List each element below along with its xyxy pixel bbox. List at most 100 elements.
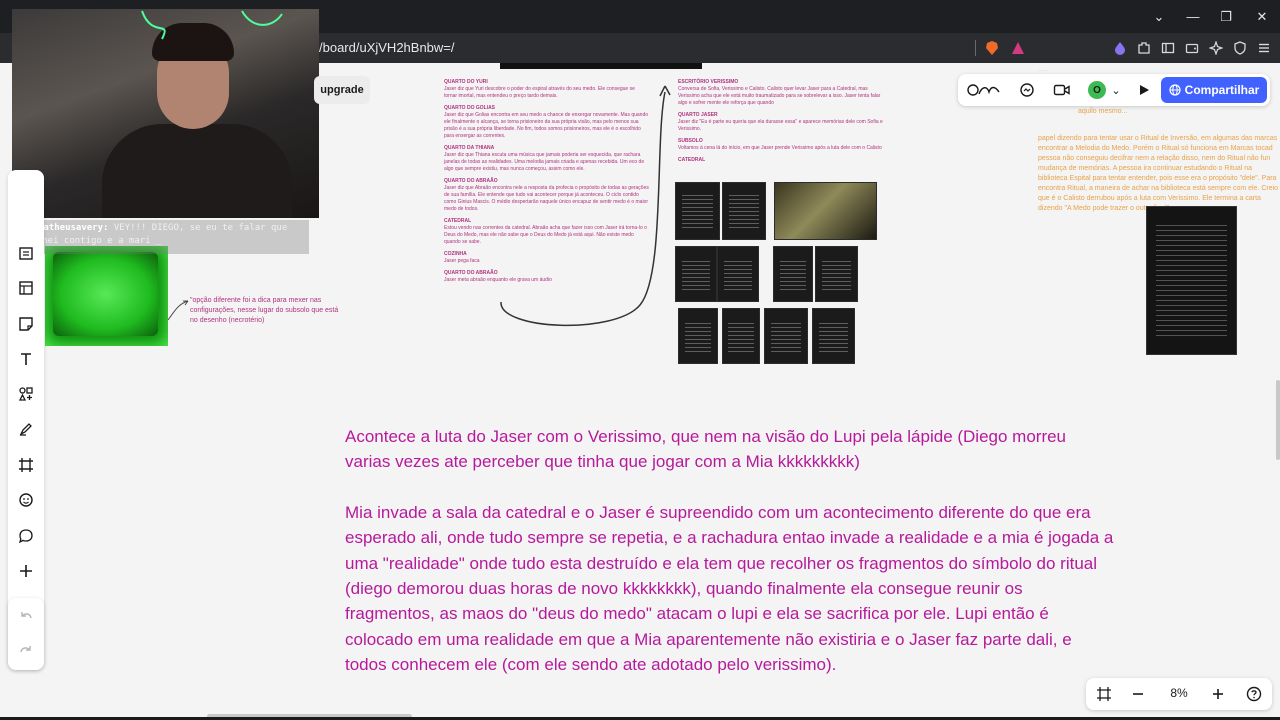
help-icon[interactable] [1244,684,1264,704]
note-body: Jaser diz que Golias encontra em seu med… [444,112,649,139]
image-thumbnail[interactable] [675,246,717,302]
image-thumbnail[interactable] [678,308,718,364]
url-text[interactable]: /board/uXjVH2hBnbw=/ [319,40,455,55]
comment-icon[interactable] [14,524,38,548]
note-block: QUARTO DO ABRAÃO Jaser diz que Abraão enc… [444,178,649,213]
image-thumbnail[interactable] [722,308,760,364]
zoom-level: 8% [1170,686,1188,700]
note-heading: SUBSOLO [678,138,703,144]
vpn-shield-icon[interactable] [1231,39,1249,57]
vertical-scrollbar[interactable] [1276,380,1280,460]
sticky-note-icon[interactable] [14,312,38,336]
orange-note-line: aquilo mesmo... [1078,108,1128,115]
stream-chat-message: matheusavery: VEY!!! DIEGO, se eu te fal… [22,220,309,254]
undo-icon[interactable] [14,606,38,630]
frame-icon[interactable] [14,453,38,477]
note-heading: ESCRITÓRIO VERISSIMO [678,79,739,85]
note-heading: QUARTO DO ABRAÃO [444,178,498,184]
note-block: ESCRITÓRIO VERISSIMO Conversa de Sofia, V… [678,79,888,107]
maximize-button[interactable]: ❐ [1209,0,1243,33]
share-button[interactable]: Compartilhar [1161,77,1267,103]
note-block: QUARTO DO ABRAÃO Jaser meta abraão enquan… [444,270,649,284]
url-separator [975,40,976,56]
streamer-body [102,124,292,218]
orange-note-top[interactable]: aquilo mesmo... [1038,107,1280,117]
collaborators-icon[interactable] [966,81,1002,99]
image-thumbnail[interactable] [812,308,855,364]
note-block: CATEDRAL [678,157,888,164]
image-thumbnail[interactable] [764,308,808,364]
neon-light [141,10,283,40]
note-body: Conversa de Sofia, Verissimo e Calisto. … [678,86,881,106]
image-thumbnail[interactable] [675,182,720,240]
chat-text-line2: sonhei contigo e a mari _ [26,236,162,246]
redo-icon[interactable] [14,640,38,664]
orange-note-body[interactable]: papel dizendo para tentar usar o Ritual … [1038,134,1280,214]
image-thumbnail-large[interactable] [1146,206,1237,355]
chat-icon[interactable] [1018,81,1036,99]
note-heading: QUARTO DA THIANA [444,145,495,151]
chat-text-line1: VEY!!! DIEGO, se eu te falar que [113,223,288,233]
share-label: Compartilhar [1184,83,1260,97]
screen-glow [53,252,158,336]
note-heading: COZINHA [444,251,467,257]
note-heading: CATEDRAL [444,218,472,224]
sparkle-icon[interactable] [1207,39,1225,57]
extensions-icon[interactable] [1135,39,1153,57]
image-thumbnail[interactable] [717,246,759,302]
close-window-button[interactable]: ✕ [1245,0,1279,33]
story-paragraph-2: Mia invade a sala da catedral e o Jaser … [345,502,1114,675]
video-call-icon[interactable] [1053,81,1071,99]
sidebar-icon[interactable] [1159,39,1177,57]
brave-rewards-icon[interactable] [1009,39,1027,57]
layout-icon[interactable] [14,276,38,300]
note-block: QUARTO JASER Jaser diz "Eu é parte eu que… [678,112,888,133]
note-block: COZINHA Jaser pega faca [444,251,649,265]
note-block: CATEDRAL Estou vendo nas correntes da cat… [444,218,649,246]
shapes-icon[interactable] [14,382,38,406]
zoom-out-icon[interactable] [1128,684,1148,704]
wallet-icon[interactable] [1183,39,1201,57]
user-avatar[interactable]: O [1088,81,1106,99]
chevron-down-icon[interactable]: ⌄ [1107,81,1125,99]
image-thumbnail[interactable] [774,182,877,240]
templates-icon[interactable] [14,241,38,265]
note-block: QUARTO DA THIANA Jaser diz que Thiana esc… [444,145,649,173]
add-more-icon[interactable] [14,559,38,583]
zoom-controls: 8% [1086,678,1272,710]
note-body: Jaser diz que Abraão encontra nele a res… [444,185,649,212]
image-thumbnail[interactable] [815,246,858,302]
leo-ai-icon[interactable] [1111,39,1129,57]
game-screenshot-image[interactable] [45,246,168,346]
upgrade-button[interactable]: upgrade [314,76,370,104]
minimize-button[interactable]: — [1176,0,1210,33]
annotation-text[interactable]: "opção diferente foi a dica para mexer n… [190,296,340,326]
note-heading: QUARTO DO YURI [444,79,488,85]
chat-username: matheusavery: [38,223,109,233]
story-text-block[interactable]: Acontece a luta do Jaser com o Verissimo… [345,424,1115,703]
image-thumbnail[interactable] [773,246,813,302]
tab-list-icon[interactable]: ⌄ [1142,0,1176,33]
text-tool-icon[interactable] [14,347,38,371]
notes-column-left[interactable]: QUARTO DO YURI Jaser diz que Yuri descobr… [444,79,649,284]
story-paragraph-1: Acontece a luta do Jaser com o Verissimo… [345,427,1067,472]
left-toolbar [8,170,44,670]
reactions-icon[interactable] [14,488,38,512]
note-block: QUARTO DO YURI Jaser diz que Yuri descobr… [444,79,649,100]
note-body: Jaser diz que Thiana escuta uma música q… [444,152,645,172]
pen-icon[interactable] [14,417,38,441]
note-heading: QUARTO DO ABRAÃO [444,270,498,276]
note-heading: QUARTO DO GOLIAS [444,105,496,111]
zoom-in-icon[interactable] [1208,684,1228,704]
note-heading: QUARTO JASER [678,112,718,118]
brave-icon[interactable] [983,39,1001,57]
image-thumbnail[interactable] [722,182,766,240]
note-heading: CATEDRAL [678,157,706,163]
fit-to-screen-icon[interactable] [1094,684,1114,704]
history-toolbar [8,598,44,670]
note-body: Jaser meta abraão enquanto ele grava um … [444,277,552,283]
note-block: QUARTO DO GOLIAS Jaser diz que Golias enc… [444,105,649,140]
notes-column-right[interactable]: ESCRITÓRIO VERISSIMO Conversa de Sofia, V… [678,79,888,164]
menu-icon[interactable] [1255,39,1273,57]
present-play-icon[interactable] [1135,81,1153,99]
